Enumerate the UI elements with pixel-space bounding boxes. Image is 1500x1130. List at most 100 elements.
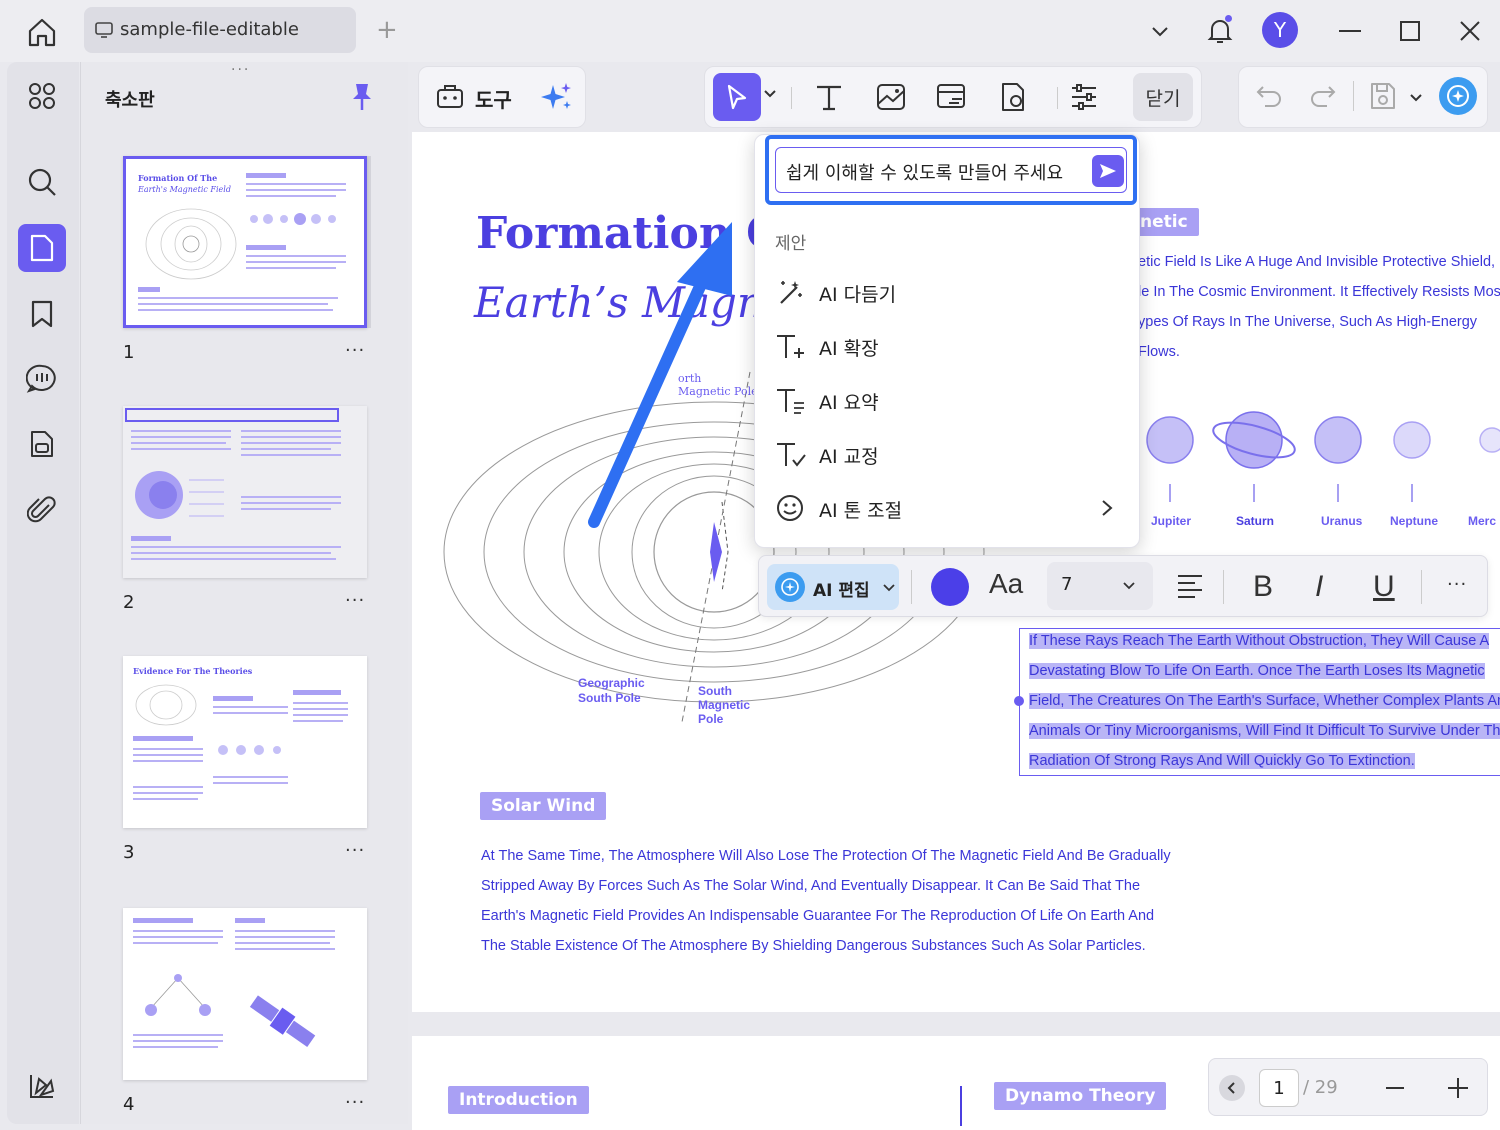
ai-item-label: AI 다듬기 — [819, 284, 897, 306]
zoom-in-button[interactable] — [1447, 1077, 1469, 1099]
save-icon[interactable] — [1369, 81, 1397, 111]
chevron-down-icon[interactable] — [1409, 93, 1423, 103]
panel-title: 축소판 — [105, 90, 155, 111]
thumbnail-page-3[interactable]: Evidence For The Theories — [123, 656, 367, 828]
undo-icon[interactable] — [1255, 83, 1283, 109]
thumb-heading: Formation Of The — [138, 173, 218, 183]
toolbox-icon[interactable] — [435, 81, 465, 111]
close-edit-button[interactable]: 닫기 — [1133, 73, 1193, 121]
thumbnail-panel: ··· 축소판 Formation Of The Earth's Magneti… — [80, 62, 408, 1124]
send-icon — [1100, 164, 1116, 178]
ai-item-label: AI 톤 조절 — [819, 500, 903, 522]
stamp-tool-icon[interactable] — [997, 81, 1029, 113]
divider — [791, 87, 792, 109]
section-tag-solar-wind[interactable]: Solar Wind — [480, 792, 607, 820]
ai-proofread-item[interactable]: AI 교정 — [755, 429, 1139, 481]
ai-edit-button[interactable]: AI 편집 — [767, 564, 899, 610]
ai-item-label: AI 확장 — [819, 338, 879, 360]
document-tab[interactable]: sample-file-editable — [84, 7, 356, 53]
ai-edit-label: AI 편집 — [813, 581, 870, 601]
home-button[interactable] — [22, 14, 62, 50]
page-number: 1 — [123, 342, 135, 363]
left-rail — [7, 62, 79, 1124]
paperclip-icon[interactable] — [18, 486, 66, 534]
ai-prompt-input[interactable]: 쉽게 이해할 수 있도록 만들어 주세요 — [775, 147, 1127, 193]
comment-icon[interactable] — [18, 354, 66, 402]
chevron-down-icon[interactable] — [1145, 16, 1175, 46]
chevron-down-icon — [1123, 582, 1135, 590]
selected-text-box[interactable]: If These Rays Reach The Earth Without Ob… — [1014, 628, 1500, 776]
section-tag-dynamo[interactable]: Dynamo Theory — [994, 1082, 1167, 1110]
ai-summarize-item[interactable]: AI 요약 — [755, 375, 1139, 427]
new-tab-button[interactable]: + — [376, 17, 398, 43]
selected-line: Animals Or Tiny Microorganisms, Will Fin… — [1029, 723, 1500, 739]
text-color-swatch[interactable] — [931, 568, 969, 606]
page-more-button[interactable]: ··· — [345, 340, 365, 361]
thumbnail-page-4[interactable] — [123, 908, 367, 1080]
attachment-file-icon[interactable] — [18, 420, 66, 468]
divider — [1421, 570, 1422, 604]
diagram-label-south: South Magnetic Pole — [698, 684, 750, 726]
avatar[interactable]: Y — [1262, 12, 1298, 48]
drag-handle[interactable]: ··· — [231, 62, 250, 78]
bold-button[interactable]: B — [1253, 572, 1273, 602]
text-format-bar: AI 편집 Aa 7 B I U ··· — [758, 555, 1488, 617]
apps-grid-icon[interactable] — [18, 72, 66, 120]
prev-page-button[interactable] — [1219, 1075, 1245, 1101]
thumb-planets — [250, 213, 336, 225]
layers-icon[interactable] — [18, 1062, 66, 1110]
page-more-button[interactable]: ··· — [345, 840, 365, 861]
arrow-annotation[interactable] — [582, 222, 762, 532]
image-tool-icon[interactable] — [875, 81, 907, 113]
page-more-button[interactable]: ··· — [345, 1092, 365, 1113]
italic-button[interactable]: I — [1315, 572, 1323, 602]
planet-label: Jupiter — [1151, 514, 1192, 528]
page-more-button[interactable]: ··· — [345, 590, 365, 611]
planet-label: Uranus — [1321, 514, 1363, 528]
ai-expand-item[interactable]: AI 확장 — [755, 321, 1139, 373]
ai-prompt-popover: 쉽게 이해할 수 있도록 만들어 주세요 제안 AI 다듬기 AI 확장 AI … — [754, 134, 1140, 548]
label-text: South — [698, 684, 732, 698]
text-expand-icon — [775, 331, 807, 361]
search-icon[interactable] — [18, 158, 66, 206]
ai-tone-item[interactable]: AI 톤 조절 — [755, 483, 1139, 535]
ai-sparkle-icon[interactable] — [541, 81, 573, 113]
text-line: ypes Of Rays In The Universe, Such As Hi… — [1138, 314, 1478, 330]
text-proofread-icon — [775, 439, 807, 469]
magic-wand-icon — [775, 277, 805, 307]
thumbnail-page-2[interactable] — [123, 406, 367, 578]
page-input[interactable]: 1 — [1259, 1069, 1299, 1107]
text-line: Earth's Magnetic Field Provides An Indis… — [481, 908, 1155, 924]
label-text: Geographic — [578, 676, 645, 690]
resize-handle[interactable] — [1014, 696, 1024, 706]
text-tool-icon[interactable] — [813, 81, 845, 113]
link-tool-icon[interactable] — [935, 81, 969, 113]
close-window-button[interactable] — [1455, 16, 1485, 46]
pin-icon[interactable] — [351, 82, 373, 112]
history-group — [1238, 66, 1488, 128]
underline-button[interactable]: U — [1373, 572, 1395, 602]
maximize-button[interactable] — [1395, 16, 1425, 46]
redo-icon[interactable] — [1309, 83, 1337, 109]
more-options-icon[interactable]: ··· — [1447, 574, 1467, 595]
minimize-button[interactable] — [1335, 16, 1365, 46]
selected-line: If These Rays Reach The Earth Without Ob… — [1029, 633, 1490, 649]
zoom-out-button[interactable] — [1385, 1086, 1405, 1090]
label-text: Magnetic — [698, 698, 751, 712]
section-tag-introduction[interactable]: Introduction — [448, 1086, 589, 1114]
thumbnail-page-1[interactable]: Formation Of The Earth's Magnetic Field — [123, 156, 367, 328]
bookmark-icon[interactable] — [18, 290, 66, 338]
font-size-select[interactable]: 7 — [1047, 562, 1153, 610]
diagram-label-geo-south: Geographic South Pole — [578, 676, 645, 706]
settings-sliders-icon[interactable] — [1069, 81, 1099, 113]
font-family-button[interactable]: Aa — [989, 568, 1023, 600]
thumbnail-panel-icon[interactable] — [18, 224, 66, 272]
send-button[interactable] — [1092, 155, 1124, 187]
chevron-down-icon[interactable] — [763, 89, 777, 99]
ai-assistant-icon[interactable] — [1439, 77, 1477, 115]
align-icon[interactable] — [1177, 572, 1203, 598]
tools-label[interactable]: 도구 — [475, 84, 512, 113]
ai-polish-item[interactable]: AI 다듬기 — [755, 267, 1139, 319]
select-tool-button[interactable] — [713, 73, 761, 121]
thumb-satellite — [249, 995, 316, 1047]
